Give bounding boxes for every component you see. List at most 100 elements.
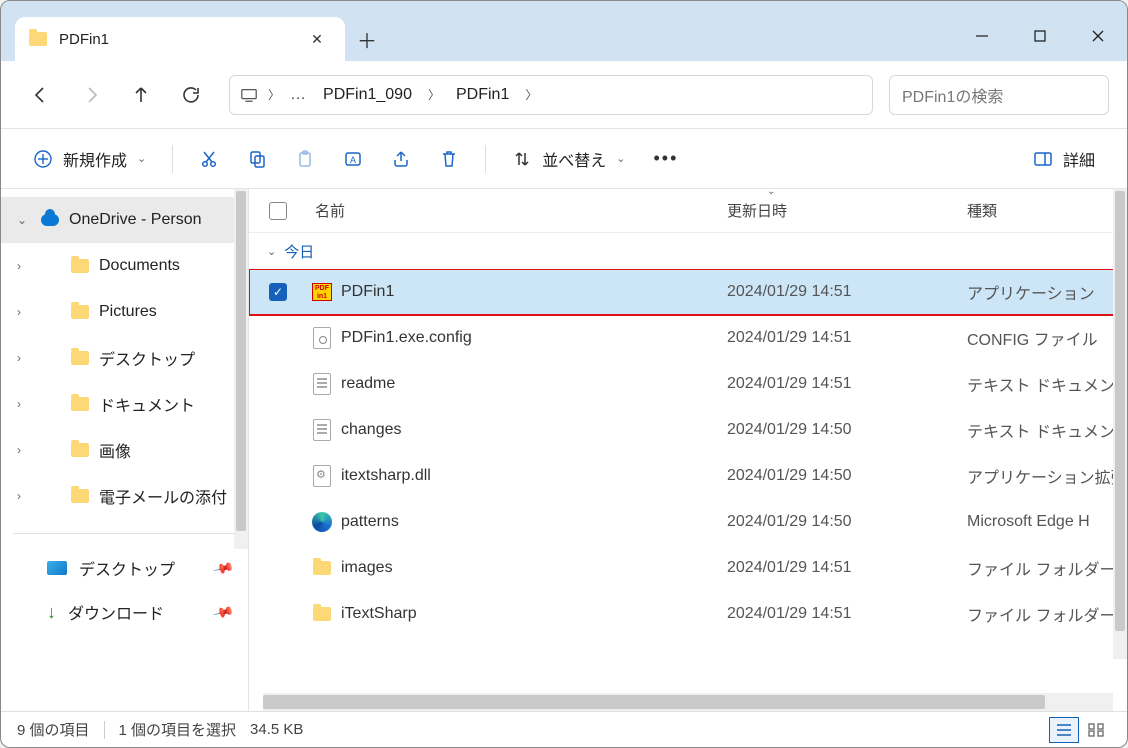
sidebar-label: デスクトップ bbox=[99, 346, 195, 370]
row-checkbox[interactable]: ✓ bbox=[269, 283, 309, 301]
column-type[interactable]: 種類 bbox=[967, 200, 1127, 221]
file-row[interactable]: PDFin1.exe.config2024/01/29 14:51CONFIG … bbox=[249, 315, 1127, 361]
quick-desktop[interactable]: デスクトップ📌 bbox=[1, 546, 248, 590]
forward-button[interactable] bbox=[69, 73, 113, 117]
chevron-right-icon[interactable]: › bbox=[17, 259, 31, 273]
group-label: 今日 bbox=[284, 241, 314, 262]
group-today[interactable]: ⌄今日 bbox=[249, 233, 1127, 269]
sidebar-item-images[interactable]: ›画像 bbox=[1, 427, 248, 473]
folder-icon bbox=[313, 561, 331, 575]
maximize-button[interactable] bbox=[1011, 11, 1069, 61]
window-tab[interactable]: PDFin1 ✕ bbox=[15, 17, 345, 61]
folder-icon bbox=[71, 351, 89, 365]
cut-button[interactable] bbox=[189, 139, 229, 179]
paste-button[interactable] bbox=[285, 139, 325, 179]
minimize-button[interactable] bbox=[953, 11, 1011, 61]
file-type: ファイル フォルダー bbox=[967, 556, 1127, 580]
sidebar-label: 電子メールの添付 bbox=[99, 484, 227, 508]
thumbnails-view-button[interactable] bbox=[1081, 717, 1111, 743]
vertical-scrollbar[interactable] bbox=[1113, 189, 1127, 659]
quick-label: ダウンロード bbox=[68, 600, 164, 624]
folder-icon bbox=[71, 397, 89, 411]
scrollbar-thumb[interactable] bbox=[1115, 191, 1125, 631]
new-button[interactable]: 新規作成 ⌄ bbox=[23, 139, 156, 179]
select-all-checkbox[interactable] bbox=[269, 202, 309, 220]
chevron-down-icon[interactable]: ⌄ bbox=[17, 213, 31, 227]
file-name: iTextSharp bbox=[335, 605, 727, 623]
quick-downloads[interactable]: ↓ダウンロード📌 bbox=[1, 590, 248, 634]
details-pane-button[interactable]: 詳細 bbox=[1023, 139, 1105, 179]
file-row[interactable]: patterns2024/01/29 14:50Microsoft Edge H bbox=[249, 499, 1127, 545]
more-button[interactable]: ••• bbox=[643, 139, 688, 179]
close-button[interactable] bbox=[1069, 11, 1127, 61]
chevron-right-icon[interactable]: › bbox=[17, 489, 31, 503]
sidebar-scrollbar[interactable] bbox=[234, 189, 248, 549]
view-switcher bbox=[1049, 717, 1111, 743]
file-row[interactable]: iTextSharp2024/01/29 14:51ファイル フォルダー bbox=[249, 591, 1127, 637]
details-view-button[interactable] bbox=[1049, 717, 1079, 743]
rename-button[interactable]: A bbox=[333, 139, 373, 179]
toolbar: 新規作成 ⌄ A 並べ替え ⌄ ••• 詳細 bbox=[1, 129, 1127, 189]
column-date[interactable]: ⌄更新日時 bbox=[727, 200, 967, 221]
folder-icon bbox=[71, 489, 89, 503]
file-type: アプリケーション拡張 bbox=[967, 464, 1127, 488]
file-rows: ✓PDFin1PDFin12024/01/29 14:51アプリケーションPDF… bbox=[249, 269, 1127, 689]
tab-close-button[interactable]: ✕ bbox=[303, 25, 331, 53]
chevron-right-icon[interactable]: › bbox=[17, 305, 31, 319]
download-icon: ↓ bbox=[47, 602, 56, 623]
file-date: 2024/01/29 14:51 bbox=[727, 559, 967, 577]
search-box[interactable]: PDFin1の検索 bbox=[889, 75, 1109, 115]
up-button[interactable] bbox=[119, 73, 163, 117]
body: ⌄ OneDrive - Person › Documents ›Pictures… bbox=[1, 189, 1127, 711]
address-bar[interactable]: 〉 … PDFin1_090 〉 PDFin1 〉 bbox=[229, 75, 873, 115]
nav-tree: ⌄ OneDrive - Person › Documents ›Pictures… bbox=[1, 189, 248, 527]
sidebar-item-documents[interactable]: › Documents bbox=[1, 243, 248, 289]
back-button[interactable] bbox=[19, 73, 63, 117]
sidebar-label: Documents bbox=[99, 257, 180, 275]
share-button[interactable] bbox=[381, 139, 421, 179]
chevron-right-icon[interactable]: 〉 bbox=[268, 86, 280, 103]
file-name: PDFin1.exe.config bbox=[335, 329, 727, 347]
sort-button[interactable]: 並べ替え ⌄ bbox=[502, 139, 635, 179]
sidebar-item-docs-jp[interactable]: ›ドキュメント bbox=[1, 381, 248, 427]
refresh-button[interactable] bbox=[169, 73, 213, 117]
file-type: テキスト ドキュメント bbox=[967, 372, 1127, 396]
breadcrumb-overflow[interactable]: … bbox=[290, 86, 307, 104]
file-row[interactable]: ✓PDFin1PDFin12024/01/29 14:51アプリケーション bbox=[249, 269, 1127, 315]
column-name[interactable]: 名前 bbox=[309, 200, 727, 221]
sidebar-item-attachments[interactable]: › 電子メールの添付 bbox=[1, 473, 248, 519]
chevron-right-icon[interactable]: 〉 bbox=[525, 86, 537, 103]
window-controls bbox=[953, 11, 1127, 61]
file-row[interactable]: itextsharp.dll2024/01/29 14:50アプリケーション拡張 bbox=[249, 453, 1127, 499]
chevron-right-icon[interactable]: › bbox=[17, 397, 31, 411]
scrollbar-thumb[interactable] bbox=[236, 191, 246, 531]
file-type: CONFIG ファイル bbox=[967, 326, 1127, 350]
breadcrumb-seg1[interactable]: PDFin1_090 bbox=[317, 82, 418, 108]
delete-button[interactable] bbox=[429, 139, 469, 179]
pc-icon bbox=[240, 86, 258, 104]
scrollbar-thumb[interactable] bbox=[263, 695, 1045, 709]
copy-button[interactable] bbox=[237, 139, 277, 179]
sidebar-item-pictures[interactable]: ›Pictures bbox=[1, 289, 248, 335]
quick-label: デスクトップ bbox=[79, 556, 175, 580]
chevron-right-icon[interactable]: › bbox=[17, 443, 31, 457]
details-label: 詳細 bbox=[1063, 147, 1095, 171]
file-row[interactable]: images2024/01/29 14:51ファイル フォルダー bbox=[249, 545, 1127, 591]
folder-icon bbox=[71, 305, 89, 319]
horizontal-scrollbar[interactable] bbox=[263, 693, 1113, 711]
sidebar-item-desktop[interactable]: › デスクトップ bbox=[1, 335, 248, 381]
file-name: PDFin1 bbox=[335, 283, 727, 301]
new-tab-button[interactable]: ＋ bbox=[345, 17, 389, 61]
file-icon bbox=[313, 373, 331, 395]
navbar: 〉 … PDFin1_090 〉 PDFin1 〉 PDFin1の検索 bbox=[1, 61, 1127, 129]
file-row[interactable]: changes2024/01/29 14:50テキスト ドキュメント bbox=[249, 407, 1127, 453]
breadcrumb-seg2[interactable]: PDFin1 bbox=[450, 82, 515, 108]
chevron-right-icon[interactable]: › bbox=[17, 351, 31, 365]
file-date: 2024/01/29 14:50 bbox=[727, 421, 967, 439]
file-row[interactable]: readme2024/01/29 14:51テキスト ドキュメント bbox=[249, 361, 1127, 407]
sort-indicator-icon: ⌄ bbox=[767, 189, 775, 197]
explorer-window: PDFin1 ✕ ＋ 〉 … PDFin1_090 〉 PDFin1 〉 PDF… bbox=[0, 0, 1128, 748]
folder-icon bbox=[71, 443, 89, 457]
chevron-right-icon[interactable]: 〉 bbox=[428, 86, 440, 103]
sidebar-onedrive[interactable]: ⌄ OneDrive - Person bbox=[1, 197, 248, 243]
